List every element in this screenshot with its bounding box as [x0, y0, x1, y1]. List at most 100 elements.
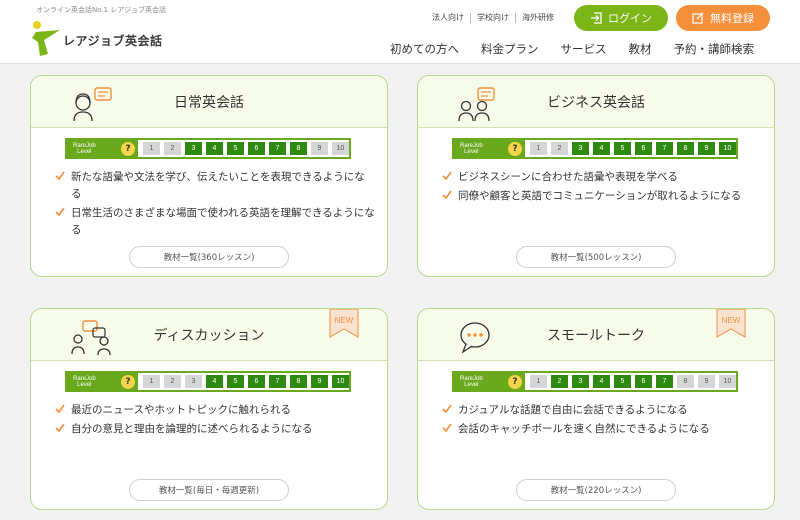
level-label-brand: RareJob — [73, 142, 96, 149]
list-item: 新たな語彙や文法を学び、伝えたいことを表現できるようになる — [55, 169, 375, 203]
level-help-icon[interactable]: ? — [121, 141, 135, 156]
level-cell-3: 3 — [185, 375, 202, 388]
level-cell-7: 7 — [269, 375, 286, 388]
materials-list-button[interactable]: 教材一覧(500レッスン) — [516, 246, 676, 268]
nav-item-pricing[interactable]: 料金プラン — [481, 41, 539, 57]
course-card-business: ビジネス英会話 RareJob Level? 1 2 3 4 5 6 7 8 9 10 ビジネスシーン… — [417, 75, 775, 277]
level-cells: 1 2 3 4 5 6 7 8 9 10 — [530, 142, 736, 155]
list-item: 最近のニュースやホットトピックに触れられる — [55, 402, 375, 419]
card-header: ディスカッション NEW — [31, 309, 387, 361]
level-cell-4: 4 — [593, 375, 610, 388]
level-help-icon[interactable]: ? — [508, 141, 522, 156]
course-card-discussion: ディスカッション NEW RareJob Level? 1 2 3 4 5 6 7 8 9 10 最近… — [30, 308, 388, 510]
level-cell-7: 7 — [269, 142, 286, 155]
benefit-list: ビジネスシーンに合わせた語彙や表現を学べる 同僚や顧客と英語でコミュニケーション… — [442, 169, 762, 207]
course-card-daily: 日常英会話 RareJob Level? 1 2 3 4 5 6 7 8 9 10 新たな語彙や文法を… — [30, 75, 388, 277]
site-logo[interactable]: レアジョブ英会話 — [30, 20, 180, 60]
level-cell-5: 5 — [614, 142, 631, 155]
level-indicator: RareJob Level? 1 2 3 4 5 6 7 8 9 10 — [452, 371, 738, 392]
level-cell-10: 10 — [332, 142, 349, 155]
level-cell-6: 6 — [635, 375, 652, 388]
level-cell-2: 2 — [164, 142, 181, 155]
level-cell-6: 6 — [635, 142, 652, 155]
level-cell-6: 6 — [248, 375, 265, 388]
level-label-word: Level — [464, 148, 479, 155]
level-cell-3: 3 — [572, 142, 589, 155]
card-title: 日常英会話 — [174, 95, 244, 111]
level-label-brand: RareJob — [73, 375, 96, 382]
nav-item-services[interactable]: サービス — [561, 41, 607, 57]
level-cell-2: 2 — [551, 375, 568, 388]
list-item: 同僚や顧客と英語でコミュニケーションが取れるようになる — [442, 188, 762, 205]
new-badge-label: NEW — [722, 316, 741, 325]
level-cell-8: 8 — [290, 375, 307, 388]
level-cell-3: 3 — [572, 375, 589, 388]
card-header: 日常英会話 — [31, 76, 387, 128]
level-cell-7: 7 — [656, 142, 673, 155]
level-cell-5: 5 — [227, 142, 244, 155]
level-label-text: RareJob Level — [73, 143, 96, 155]
site-header: オンライン英会話No.1 レアジョブ英会話 レアジョブ英会話 法人向け 学校向け… — [0, 0, 800, 64]
level-label-brand: RareJob — [460, 142, 483, 149]
level-label-text: RareJob Level — [73, 376, 96, 388]
level-cell-2: 2 — [551, 142, 568, 155]
level-cell-5: 5 — [614, 375, 631, 388]
level-cell-8: 8 — [677, 142, 694, 155]
new-badge-label: NEW — [335, 316, 354, 325]
link-schools[interactable]: 学校向け — [471, 13, 516, 23]
level-cell-1: 1 — [143, 142, 160, 155]
level-help-icon[interactable]: ? — [121, 374, 135, 389]
nav-item-booking[interactable]: 予約・講師検索 — [674, 41, 755, 57]
level-cell-1: 1 — [530, 375, 547, 388]
edit-icon — [692, 12, 704, 24]
logo-figure-icon — [32, 21, 60, 56]
level-cell-7: 7 — [656, 375, 673, 388]
level-indicator: RareJob Level? 1 2 3 4 5 6 7 8 9 10 — [65, 138, 351, 159]
check-icon — [442, 171, 452, 181]
nav-item-beginners[interactable]: 初めての方へ — [390, 41, 459, 57]
link-overseas-training[interactable]: 海外研修 — [516, 13, 560, 23]
check-icon — [442, 404, 452, 414]
level-cell-9: 9 — [698, 142, 715, 155]
level-cells: 1 2 3 4 5 6 7 8 9 10 — [143, 375, 349, 388]
main-nav: 初めての方へ 料金プラン サービス 教材 予約・講師検索 — [390, 41, 754, 57]
level-label-text: RareJob Level — [460, 376, 483, 388]
link-corporate[interactable]: 法人向け — [432, 13, 471, 23]
level-cell-3: 3 — [185, 142, 202, 155]
level-indicator: RareJob Level? 1 2 3 4 5 6 7 8 9 10 — [65, 371, 351, 392]
check-icon — [55, 171, 65, 181]
materials-list-button[interactable]: 教材一覧(毎日・毎週更新) — [129, 479, 289, 501]
level-label-word: Level — [77, 381, 92, 388]
level-label-text: RareJob Level — [460, 143, 483, 155]
signup-label: 無料登録 — [710, 12, 754, 25]
level-cell-10: 10 — [719, 142, 736, 155]
card-title: ビジネス英会話 — [547, 95, 645, 111]
check-icon — [55, 404, 65, 414]
level-cell-1: 1 — [143, 375, 160, 388]
benefit-list: カジュアルな話題で自由に会話できるようになる 会話のキャッチボールを速く自然にで… — [442, 402, 762, 440]
level-help-icon[interactable]: ? — [508, 374, 522, 389]
level-label-word: Level — [77, 148, 92, 155]
signup-button[interactable]: 無料登録 — [676, 5, 770, 31]
list-item: 会話のキャッチボールを速く自然にできるようになる — [442, 421, 762, 438]
materials-list-button[interactable]: 教材一覧(360レッスン) — [129, 246, 289, 268]
nav-item-materials[interactable]: 教材 — [629, 41, 652, 57]
level-label: RareJob Level? — [454, 140, 525, 157]
materials-list-button[interactable]: 教材一覧(220レッスン) — [516, 479, 676, 501]
level-cell-4: 4 — [206, 375, 223, 388]
check-icon — [55, 207, 65, 217]
login-button[interactable]: ログイン — [574, 5, 668, 31]
check-icon — [442, 423, 452, 433]
logo-text: レアジョブ英会話 — [63, 34, 163, 48]
check-icon — [442, 190, 452, 200]
level-cell-9: 9 — [311, 375, 328, 388]
level-cell-9: 9 — [311, 142, 328, 155]
benefit-list: 最近のニュースやホットトピックに触れられる 自分の意見と理由を論理的に述べられる… — [55, 402, 375, 440]
level-cell-10: 10 — [719, 375, 736, 388]
card-header: スモールトーク NEW — [418, 309, 774, 361]
level-cell-6: 6 — [248, 142, 265, 155]
level-cell-4: 4 — [593, 142, 610, 155]
login-label: ログイン — [608, 12, 652, 25]
level-cell-4: 4 — [206, 142, 223, 155]
benefit-list: 新たな語彙や文法を学び、伝えたいことを表現できるようになる 日常生活のさまざまな… — [55, 169, 375, 241]
